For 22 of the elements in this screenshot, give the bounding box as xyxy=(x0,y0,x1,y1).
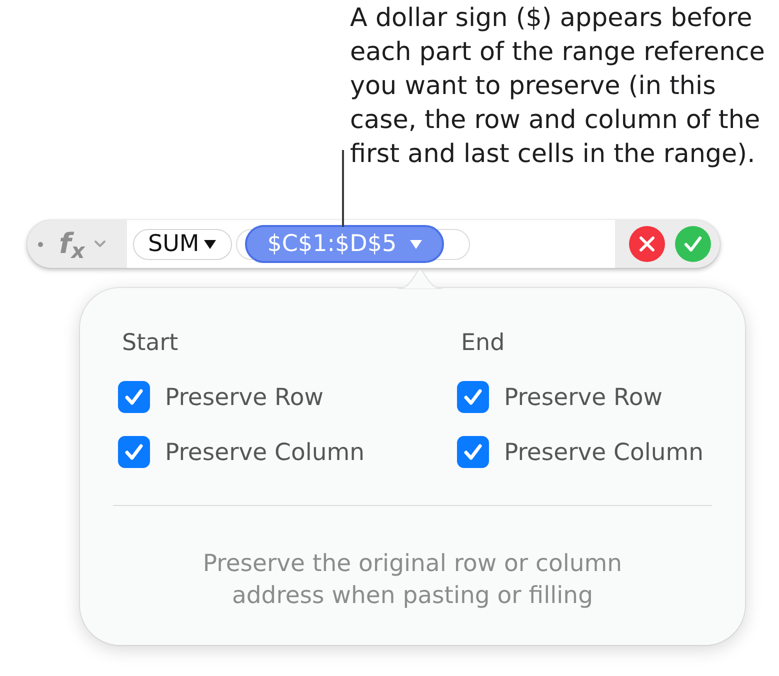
option-label: Preserve Column xyxy=(165,437,365,468)
checkbox[interactable] xyxy=(118,436,150,468)
caret-icon xyxy=(204,240,216,248)
option-label: Preserve Row xyxy=(504,382,662,413)
function-token[interactable]: SUM xyxy=(133,228,232,260)
checkbox[interactable] xyxy=(118,381,150,413)
option-label: Preserve Row xyxy=(165,382,324,413)
section-title: Start xyxy=(121,329,178,358)
cancel-button[interactable] xyxy=(629,226,665,262)
checkbox[interactable] xyxy=(457,381,489,413)
close-icon xyxy=(639,236,655,252)
checkbox[interactable] xyxy=(457,436,489,468)
option-label: Preserve Column xyxy=(504,437,704,468)
formula-field[interactable]: SUM $C$1:$D$5 xyxy=(127,220,615,268)
chevron-icon xyxy=(94,240,106,248)
accept-button[interactable] xyxy=(675,226,711,262)
section-title: End xyxy=(460,329,505,358)
help-text: Preserve the original row or column address when pasting or filling xyxy=(202,548,622,611)
caret-icon xyxy=(410,240,422,248)
dot-icon xyxy=(38,242,43,246)
callout-text: A dollar sign ($) appears before each part of the range reference you want to preserve (in this case, the row and column of the first and last cells in the range). xyxy=(350,1,765,170)
checkmark-icon xyxy=(684,236,702,252)
